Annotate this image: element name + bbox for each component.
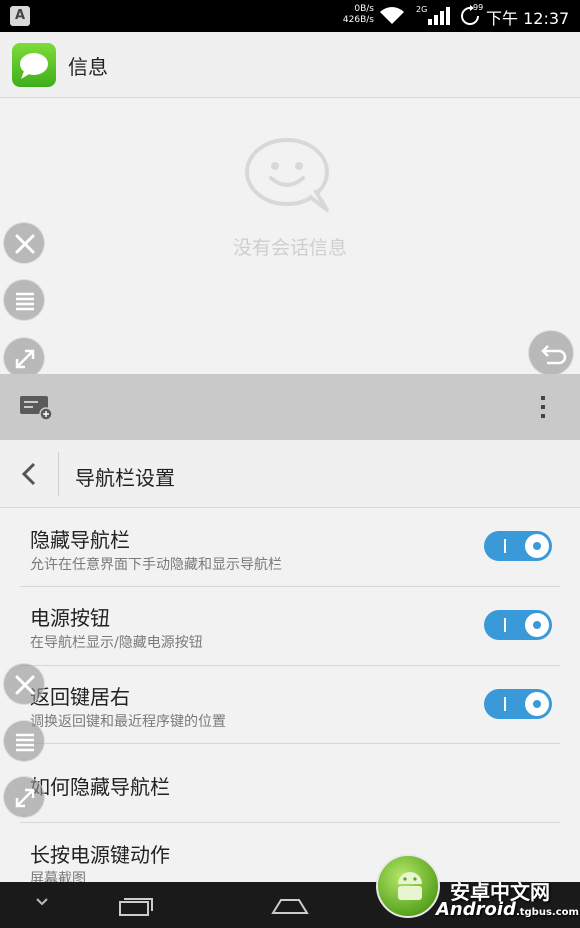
setting-hide-navbar[interactable]: 隐藏导航栏 允许在任意界面下手动隐藏和显示导航栏 xyxy=(0,509,580,587)
page-title: 导航栏设置 xyxy=(75,466,175,490)
recent-apps-icon[interactable] xyxy=(118,895,154,917)
settings-header: 导航栏设置 xyxy=(0,440,580,508)
clock: 下午 12:37 xyxy=(486,9,570,28)
setting-title: 隐藏导航栏 xyxy=(30,528,130,552)
setting-subtitle: 在导航栏显示/隐藏电源按钮 xyxy=(30,635,203,651)
empty-message: 没有会话信息 xyxy=(232,237,347,259)
overflow-menu-icon[interactable] xyxy=(538,394,548,420)
setting-title: 如何隐藏导航栏 xyxy=(30,775,170,799)
message-bubble-icon[interactable] xyxy=(12,43,56,87)
float-close-button[interactable] xyxy=(3,222,45,264)
resize-icon xyxy=(15,788,35,808)
app-title: 信息 xyxy=(68,55,108,79)
back-key-right-toggle[interactable] xyxy=(484,689,552,719)
float-resize-button[interactable] xyxy=(3,337,45,379)
float-menu-button-2[interactable] xyxy=(3,720,45,762)
float-menu-button[interactable] xyxy=(3,279,45,321)
power-button-toggle[interactable] xyxy=(484,610,552,640)
speed-up: 0B/s xyxy=(354,4,374,14)
watermark-brand: Android xyxy=(436,899,516,920)
float-close-button-2[interactable] xyxy=(3,663,45,705)
wifi-icon xyxy=(380,7,404,24)
sync-badge: 99 xyxy=(473,3,484,12)
status-bar: A 0B/s 426B/s 2G 99 下午 12:37 xyxy=(0,0,580,32)
header-divider xyxy=(58,452,59,496)
message-toolbar xyxy=(0,374,580,440)
setting-power-button[interactable]: 电源按钮 在导航栏显示/隐藏电源按钮 xyxy=(0,587,580,666)
float-return-button[interactable] xyxy=(528,330,574,376)
hide-navbar-toggle[interactable] xyxy=(484,531,552,561)
new-message-icon[interactable] xyxy=(18,394,54,422)
setting-title: 电源按钮 xyxy=(30,606,110,630)
signal-icon xyxy=(428,7,450,25)
float-resize-button-2[interactable] xyxy=(3,776,45,818)
watermark-domain: .tgbus.com xyxy=(515,907,579,918)
watermark-en: Android.tgbus.com xyxy=(436,899,579,920)
close-icon xyxy=(15,675,35,695)
menu-icon xyxy=(16,292,34,311)
back-arrow-icon[interactable] xyxy=(16,460,42,488)
notification-badge: A xyxy=(10,6,30,26)
smiley-icon xyxy=(245,138,329,212)
conversation-list: 没有会话信息 xyxy=(0,99,580,374)
return-icon xyxy=(541,345,567,365)
network-speed: 0B/s 426B/s xyxy=(340,4,374,26)
chevron-down-icon[interactable] xyxy=(34,896,50,908)
home-icon[interactable] xyxy=(271,896,309,916)
setting-back-key-right[interactable]: 返回键居右 调换返回键和最近程序键的位置 xyxy=(0,666,580,744)
network-type: 2G xyxy=(416,5,428,14)
setting-subtitle: 允许在任意界面下手动隐藏和显示导航栏 xyxy=(30,557,282,573)
setting-title: 长按电源键动作 xyxy=(30,843,170,867)
setting-subtitle: 调换返回键和最近程序键的位置 xyxy=(30,714,226,730)
menu-icon xyxy=(16,733,34,752)
close-icon xyxy=(15,234,35,254)
android-logo-icon xyxy=(376,854,440,918)
setting-how-to-hide[interactable]: 如何隐藏导航栏 xyxy=(0,744,580,823)
watermark-logo: 安卓中文网 Android.tgbus.com xyxy=(370,850,580,928)
speed-down: 426B/s xyxy=(342,15,374,25)
app-header: 信息 xyxy=(0,32,580,98)
